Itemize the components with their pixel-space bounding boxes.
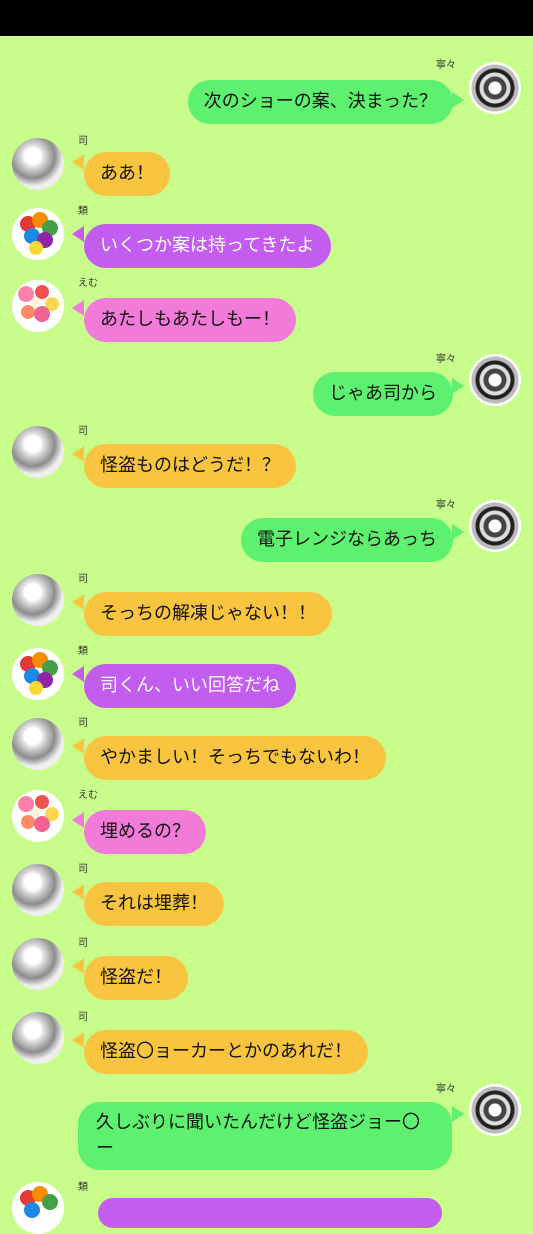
gray-photo-avatar-icon[interactable] (12, 426, 64, 478)
bubble-tail (452, 524, 464, 540)
sender-name: 寧々 (436, 60, 456, 71)
message-bubble[interactable]: 久しぶりに聞いたんだけど怪盗ジョー〇ー (78, 1102, 452, 1170)
message-bubble[interactable]: 次のショーの案、決まった？ (187, 80, 453, 124)
bubble-tail (72, 812, 84, 828)
gray-photo-avatar-icon[interactable] (12, 718, 64, 770)
gear-avatar-icon[interactable] (469, 354, 521, 406)
message-bubble[interactable]: いくつか案は持ってきたよ (84, 224, 331, 268)
sender-name: 司 (78, 864, 88, 875)
sender-name: 寧々 (436, 500, 456, 511)
balloon-avatar-icon (20, 652, 58, 695)
gear-avatar-icon[interactable] (469, 62, 521, 114)
balloon-avatar-icon[interactable] (12, 208, 64, 260)
status-bar (0, 0, 533, 36)
bubble-tail (72, 1032, 84, 1048)
gray-photo-avatar-icon[interactable] (12, 138, 64, 190)
sender-name: 司 (78, 136, 88, 147)
gray-photo-avatar-icon[interactable] (12, 864, 64, 916)
gear-avatar-icon[interactable] (469, 500, 521, 552)
candy-avatar-icon (18, 285, 59, 322)
candy-avatar-icon[interactable] (12, 790, 64, 842)
message-bubble-partial[interactable] (98, 1198, 442, 1228)
sender-name: 寧々 (436, 1084, 456, 1095)
bubble-tail (452, 92, 464, 108)
balloon-avatar-icon[interactable] (12, 648, 64, 700)
sender-name: 司 (78, 938, 88, 949)
bubble-tail (72, 154, 84, 170)
sender-name: 寧々 (436, 354, 456, 365)
candy-avatar-icon (18, 795, 59, 832)
bubble-tail (452, 1106, 464, 1122)
sender-name: えむ (78, 790, 98, 801)
message-bubble[interactable]: 電子レンジならあっち (241, 518, 453, 562)
message-bubble[interactable]: そっちの解凍じゃない！！ (84, 592, 332, 636)
bubble-tail (72, 594, 84, 610)
bubble-tail (72, 300, 84, 316)
message-bubble[interactable]: 怪盗ものはどうだ！？ (84, 444, 296, 488)
message-bubble[interactable]: 怪盗〇ョーカーとかのあれだ！ (84, 1030, 368, 1074)
balloon-avatar-icon[interactable] (12, 1182, 64, 1234)
message-bubble[interactable]: 司くん、いい回答だね (84, 664, 296, 708)
bubble-tail (72, 446, 84, 462)
balloon-avatar-icon (20, 212, 58, 255)
message-bubble[interactable]: ああ！ (84, 152, 170, 196)
gray-photo-avatar-icon[interactable] (12, 1012, 64, 1064)
chat-log[interactable]: 寧々 次のショーの案、決まった？ 司 ああ！ 類 いくつか案は持ってきたよ えむ… (0, 36, 533, 1234)
sender-name: えむ (78, 278, 98, 289)
sender-name: 司 (78, 574, 88, 585)
gear-avatar-icon[interactable] (469, 1084, 521, 1136)
message-bubble[interactable]: 埋めるの？ (84, 810, 206, 854)
sender-name: 類 (78, 1182, 88, 1193)
candy-avatar-icon[interactable] (12, 280, 64, 332)
message-bubble[interactable]: じゃあ司から (313, 372, 453, 416)
sender-name: 司 (78, 1012, 88, 1023)
bubble-tail (72, 738, 84, 754)
gray-photo-avatar-icon[interactable] (12, 938, 64, 990)
message-bubble[interactable]: あたしもあたしもー！ (84, 298, 296, 342)
bubble-tail (72, 884, 84, 900)
sender-name: 類 (78, 646, 88, 657)
sender-name: 類 (78, 206, 88, 217)
bubble-tail (72, 958, 84, 974)
bubble-tail (452, 378, 464, 394)
gray-photo-avatar-icon[interactable] (12, 574, 64, 626)
message-bubble[interactable]: それは埋葬！ (84, 882, 224, 926)
message-bubble[interactable]: 怪盗だ！ (84, 956, 188, 1000)
bubble-tail (72, 226, 84, 242)
balloon-avatar-icon (20, 1186, 58, 1218)
sender-name: 司 (78, 426, 88, 437)
sender-name: 司 (78, 718, 88, 729)
bubble-tail (72, 666, 84, 682)
message-bubble[interactable]: やかましい！そっちでもないわ！ (84, 736, 386, 780)
